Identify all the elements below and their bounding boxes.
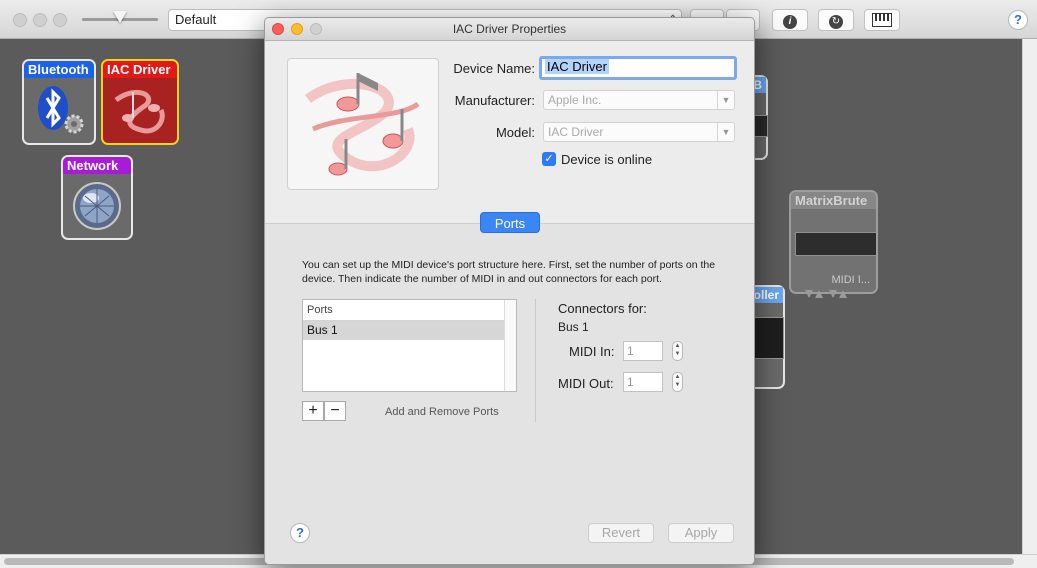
checkmark-icon: ✓ bbox=[544, 153, 554, 165]
ports-description: You can set up the MIDI device's port st… bbox=[302, 259, 716, 285]
device-name-value: IAC Driver bbox=[545, 59, 609, 74]
show-info-button[interactable]: i bbox=[772, 9, 808, 31]
ports-table[interactable]: Ports Bus 1 bbox=[302, 299, 517, 392]
chevron-down-icon: ▼ bbox=[717, 123, 734, 141]
window-zoom-button[interactable] bbox=[53, 13, 67, 27]
info-icon: i bbox=[783, 15, 797, 29]
dialog-title: IAC Driver Properties bbox=[452, 22, 567, 36]
connectors-for-label: Connectors for: bbox=[558, 301, 647, 316]
midi-out-field[interactable]: 1 bbox=[623, 372, 663, 392]
dialog-help-button[interactable]: ? bbox=[290, 523, 310, 543]
iac-driver-device-label: IAC Driver bbox=[103, 61, 177, 78]
device-icon-well[interactable] bbox=[287, 58, 439, 190]
device-name-label: Device Name: bbox=[453, 61, 535, 76]
window-minimize-button[interactable] bbox=[33, 13, 47, 27]
configuration-value: Default bbox=[175, 12, 217, 27]
revert-button[interactable]: Revert bbox=[588, 523, 654, 543]
stepper-up-icon[interactable]: ▲ bbox=[673, 342, 682, 350]
midi-out-value: 1 bbox=[627, 375, 634, 389]
music-notes-icon bbox=[114, 89, 165, 134]
device-name-field[interactable]: IAC Driver bbox=[539, 56, 737, 80]
stepper-down-icon[interactable]: ▼ bbox=[673, 350, 682, 358]
manufacturer-label: Manufacturer: bbox=[454, 93, 535, 108]
ports-table-scrollbar[interactable] bbox=[504, 300, 516, 391]
manufacturer-field[interactable]: Apple Inc. ▼ bbox=[543, 90, 735, 110]
add-port-label: + bbox=[308, 402, 318, 419]
add-remove-ports-caption: Add and Remove Ports bbox=[385, 406, 499, 418]
rescan-midi-button[interactable]: ↻ bbox=[818, 9, 854, 31]
studio-help-label: ? bbox=[1014, 12, 1022, 27]
ports-vertical-divider bbox=[535, 299, 536, 422]
dialog-help-label: ? bbox=[296, 525, 304, 540]
midi-in-stepper[interactable]: ▲ ▼ bbox=[672, 341, 683, 361]
network-device-label: Network bbox=[63, 157, 131, 174]
remove-port-label: − bbox=[330, 402, 340, 419]
chevron-down-icon: ▼ bbox=[717, 91, 734, 109]
bluetooth-icon bbox=[38, 86, 84, 134]
dialog-titlebar[interactable]: IAC Driver Properties bbox=[265, 18, 754, 41]
bluetooth-device-label: Bluetooth bbox=[24, 61, 94, 78]
model-field[interactable]: IAC Driver ▼ bbox=[543, 122, 735, 142]
table-row[interactable]: Bus 1 bbox=[303, 321, 505, 340]
device-online-checkbox[interactable]: ✓ bbox=[542, 152, 556, 166]
bluetooth-device[interactable]: Bluetooth bbox=[22, 59, 96, 145]
apply-button[interactable]: Apply bbox=[668, 523, 734, 543]
matrixbrute-device[interactable]: MatrixBrute MIDI I... bbox=[789, 190, 878, 294]
midi-in-field[interactable]: 1 bbox=[623, 341, 663, 361]
globe-icon bbox=[73, 182, 121, 230]
stepper-up-icon[interactable]: ▲ bbox=[673, 373, 682, 381]
studio-help-button[interactable]: ? bbox=[1008, 10, 1028, 30]
synth-panel-image bbox=[795, 232, 876, 256]
midi-out-stepper[interactable]: ▲ ▼ bbox=[672, 372, 683, 392]
device-info-section: Device Name: IAC Driver Manufacturer: Ap… bbox=[265, 41, 754, 223]
selected-port-name: Bus 1 bbox=[558, 320, 589, 334]
iac-driver-device[interactable]: IAC Driver bbox=[101, 59, 179, 145]
window-close-button[interactable] bbox=[13, 13, 27, 27]
midi-out-label: MIDI Out: bbox=[558, 376, 614, 391]
model-label: Model: bbox=[495, 125, 535, 140]
stepper-down-icon[interactable]: ▼ bbox=[673, 381, 682, 389]
midi-in-label: MIDI In: bbox=[569, 344, 615, 359]
vertical-scrollbar[interactable] bbox=[1022, 39, 1037, 554]
tab-ports[interactable]: Ports bbox=[480, 212, 540, 233]
add-port-button[interactable]: + bbox=[302, 401, 324, 421]
keyboard-icon bbox=[872, 13, 892, 27]
rescan-icon: ↻ bbox=[829, 15, 843, 29]
iac-driver-properties-dialog: IAC Driver Properties Device Name: IAC D… bbox=[264, 17, 755, 565]
midi-ports-icon bbox=[805, 290, 847, 298]
midi-in-value: 1 bbox=[627, 344, 634, 358]
matrixbrute-device-label: MatrixBrute bbox=[791, 192, 876, 209]
remove-port-button[interactable]: − bbox=[324, 401, 346, 421]
matrixbrute-port-label: MIDI I... bbox=[831, 274, 871, 286]
icon-size-slider-knob[interactable] bbox=[113, 11, 127, 23]
music-notes-icon bbox=[305, 73, 420, 176]
manufacturer-placeholder: Apple Inc. bbox=[548, 93, 602, 107]
test-setup-button[interactable] bbox=[864, 9, 900, 31]
device-online-label[interactable]: Device is online bbox=[561, 152, 652, 167]
network-device[interactable]: Network bbox=[61, 155, 133, 240]
ports-column-header[interactable]: Ports bbox=[303, 300, 505, 321]
model-placeholder: IAC Driver bbox=[548, 125, 604, 139]
